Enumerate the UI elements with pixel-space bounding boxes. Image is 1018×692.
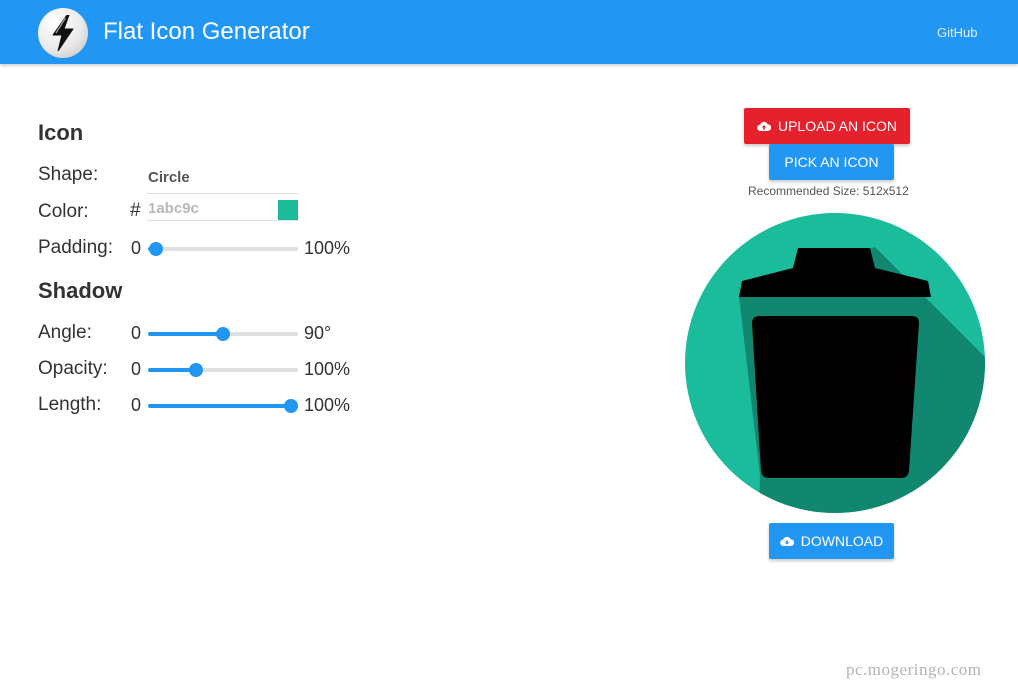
color-label: Color: <box>38 201 89 222</box>
color-hash: # <box>130 200 141 221</box>
length-label: Length: <box>38 394 102 415</box>
slider-thumb[interactable] <box>149 242 163 256</box>
icon-section-heading: Icon <box>38 120 84 145</box>
recommended-size-text: Recommended Size: 512x512 <box>748 184 909 198</box>
angle-min: 0 <box>131 323 142 343</box>
pick-icon-button[interactable]: PICK AN ICON <box>769 144 894 180</box>
opacity-slider[interactable] <box>148 360 298 380</box>
github-link[interactable]: GitHub <box>937 25 977 40</box>
slider-track <box>148 247 298 251</box>
slider-thumb[interactable] <box>284 399 298 413</box>
pick-button-label: PICK AN ICON <box>784 154 879 170</box>
slider-thumb[interactable] <box>189 363 203 377</box>
slider-thumb[interactable] <box>216 327 230 341</box>
shape-select[interactable]: Circle <box>147 161 298 194</box>
color-swatch[interactable] <box>278 200 298 220</box>
padding-max: 100% <box>304 238 351 258</box>
padding-slider[interactable] <box>148 239 298 259</box>
slider-fill <box>148 332 223 336</box>
app-logo[interactable] <box>38 8 88 58</box>
padding-label: Padding: <box>38 237 114 258</box>
shape-label: Shape: <box>38 164 99 185</box>
trash-can-icon <box>739 248 931 478</box>
lightning-bolt-icon <box>52 15 74 51</box>
shadow-section-heading: Shadow <box>38 278 123 303</box>
icon-preview <box>685 213 985 513</box>
shape-value: Circle <box>148 169 190 186</box>
upload-icon-button[interactable]: UPLOAD AN ICON <box>744 108 910 144</box>
cloud-upload-icon <box>757 121 771 131</box>
angle-slider[interactable] <box>148 324 298 344</box>
download-button[interactable]: DOWNLOAD <box>769 523 894 559</box>
cloud-download-icon <box>779 536 794 546</box>
opacity-min: 0 <box>131 359 142 379</box>
download-button-label: DOWNLOAD <box>800 533 884 549</box>
app-header: Flat Icon Generator GitHub <box>0 0 1018 64</box>
upload-button-label: UPLOAD AN ICON <box>777 118 898 134</box>
color-input[interactable] <box>147 197 298 221</box>
slider-fill <box>148 404 291 408</box>
angle-max: 90° <box>304 323 332 343</box>
angle-label: Angle: <box>38 322 92 343</box>
length-min: 0 <box>131 395 142 415</box>
watermark: pc.mogeringo.com <box>846 660 982 679</box>
length-slider[interactable] <box>148 396 298 416</box>
padding-min: 0 <box>131 238 142 258</box>
opacity-label: Opacity: <box>38 358 108 379</box>
app-title: Flat Icon Generator <box>103 18 310 45</box>
length-max: 100% <box>304 395 351 415</box>
opacity-max: 100% <box>304 359 351 379</box>
